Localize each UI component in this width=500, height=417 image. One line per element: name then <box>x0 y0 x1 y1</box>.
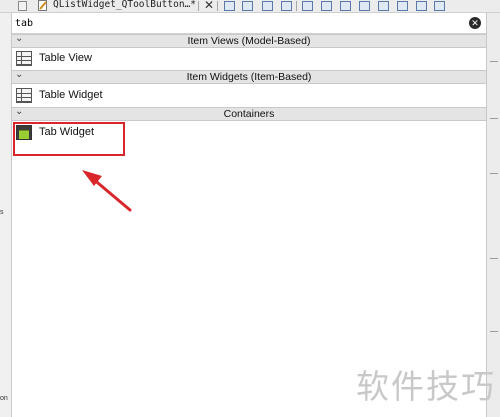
watermark-text: 软件技巧 <box>356 367 496 406</box>
annotation-arrow <box>82 170 132 212</box>
